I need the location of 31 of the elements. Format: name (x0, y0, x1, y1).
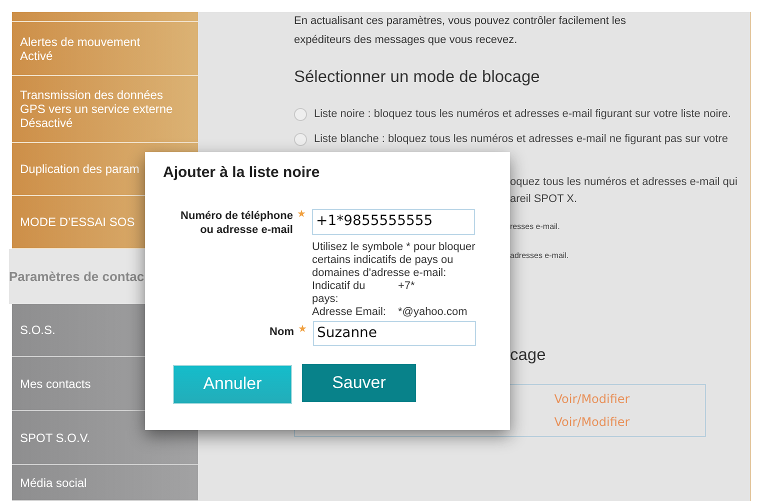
sidebar-item[interactable]: Alertes de mouvement Activé (12, 22, 198, 76)
cancel-button[interactable]: Annuler (173, 364, 292, 404)
example-value: *@yahoo.com (398, 306, 468, 318)
option-note: resses e-mail. (510, 220, 561, 233)
example-label: Indicatif du pays: (312, 280, 366, 306)
view-edit-link[interactable]: Voir/Modifier (554, 412, 630, 430)
option-text: areil SPOT X. (510, 192, 578, 207)
field-label: Nom (270, 324, 294, 340)
intro-text: En actualisant ces paramètres, vous pouvez contrôler facilement les (294, 14, 626, 29)
option-note: adresses e-mail. (510, 250, 570, 262)
section-header: Paramètres de contac (9, 268, 144, 286)
radio-label: Liste noire : bloquez tous les numéros et adresses e-mail figurant sur votre liste noire. (314, 106, 731, 122)
example-value: +7* (398, 280, 415, 294)
sidebar-item[interactable]: Média social (12, 465, 198, 501)
radio-label: Liste blanche : bloquez tous les numéros et adresses e-mail ne figurant pas sur votre (314, 132, 728, 148)
radio-button[interactable] (294, 108, 307, 120)
sidebar-item[interactable]: SPOT S.O.V. (12, 411, 198, 465)
example-label: Adresse Email: (312, 306, 387, 318)
name-field[interactable]: Suzanne (313, 320, 476, 346)
option-text: oquez tous les numéros et adresses e-mail qui (510, 174, 738, 190)
radio-button[interactable] (294, 133, 307, 146)
view-edit-link[interactable]: Voir/Modifier (554, 390, 630, 408)
phone-email-field[interactable]: +1*9855555555 (312, 208, 475, 234)
sidebar-item[interactable]: Transmission des données GPS vers un service externe Désactivé (12, 76, 198, 143)
section-heading: Sélectionner un mode de blocage (294, 67, 540, 88)
required-icon: ★ (298, 324, 307, 336)
required-icon: ★ (297, 208, 306, 220)
section-heading: cage (510, 344, 546, 366)
save-button[interactable]: Sauver (302, 364, 416, 402)
hint-text: Utilisez le symbole * pour bloquer certains indicatifs de pays ou domaines d'adresse e-mail: (312, 240, 476, 280)
intro-text: expéditeurs des messages que vous recevez. (294, 33, 518, 48)
